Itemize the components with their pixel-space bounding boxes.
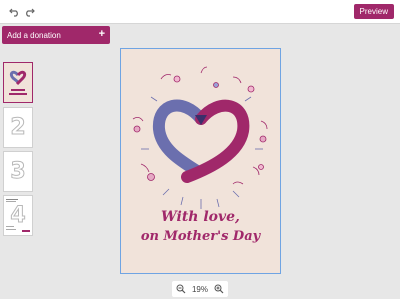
page-thumbnail-2[interactable]: 2: [3, 107, 33, 148]
card-greeting-line2: on Mother's Day: [140, 229, 261, 244]
page-thumbnail-3[interactable]: 3: [3, 151, 33, 192]
redo-icon[interactable]: [22, 5, 36, 19]
zoom-control: 19%: [172, 281, 228, 297]
top-toolbar: Preview: [0, 0, 400, 24]
add-donation-label: Add a donation: [7, 30, 61, 40]
card-greeting-line1: With love,: [161, 209, 240, 225]
card-canvas[interactable]: With love, on Mother's Day: [120, 48, 281, 274]
page-number: 3: [10, 159, 26, 185]
undo-icon[interactable]: [7, 5, 21, 19]
page-thumbnail-4[interactable]: 4: [3, 195, 33, 236]
page-number: 4: [10, 203, 26, 229]
preview-button[interactable]: Preview: [353, 4, 394, 19]
add-donation-button[interactable]: Add a donation +: [2, 26, 110, 44]
plus-icon: +: [98, 28, 105, 40]
zoom-out-icon[interactable]: [176, 284, 186, 294]
zoom-level: 19%: [191, 284, 208, 294]
page-number: 2: [10, 115, 26, 141]
card-thumbnail-preview: [4, 63, 32, 102]
zoom-in-icon[interactable]: [214, 284, 224, 294]
page-thumbnail-1[interactable]: [3, 62, 33, 103]
